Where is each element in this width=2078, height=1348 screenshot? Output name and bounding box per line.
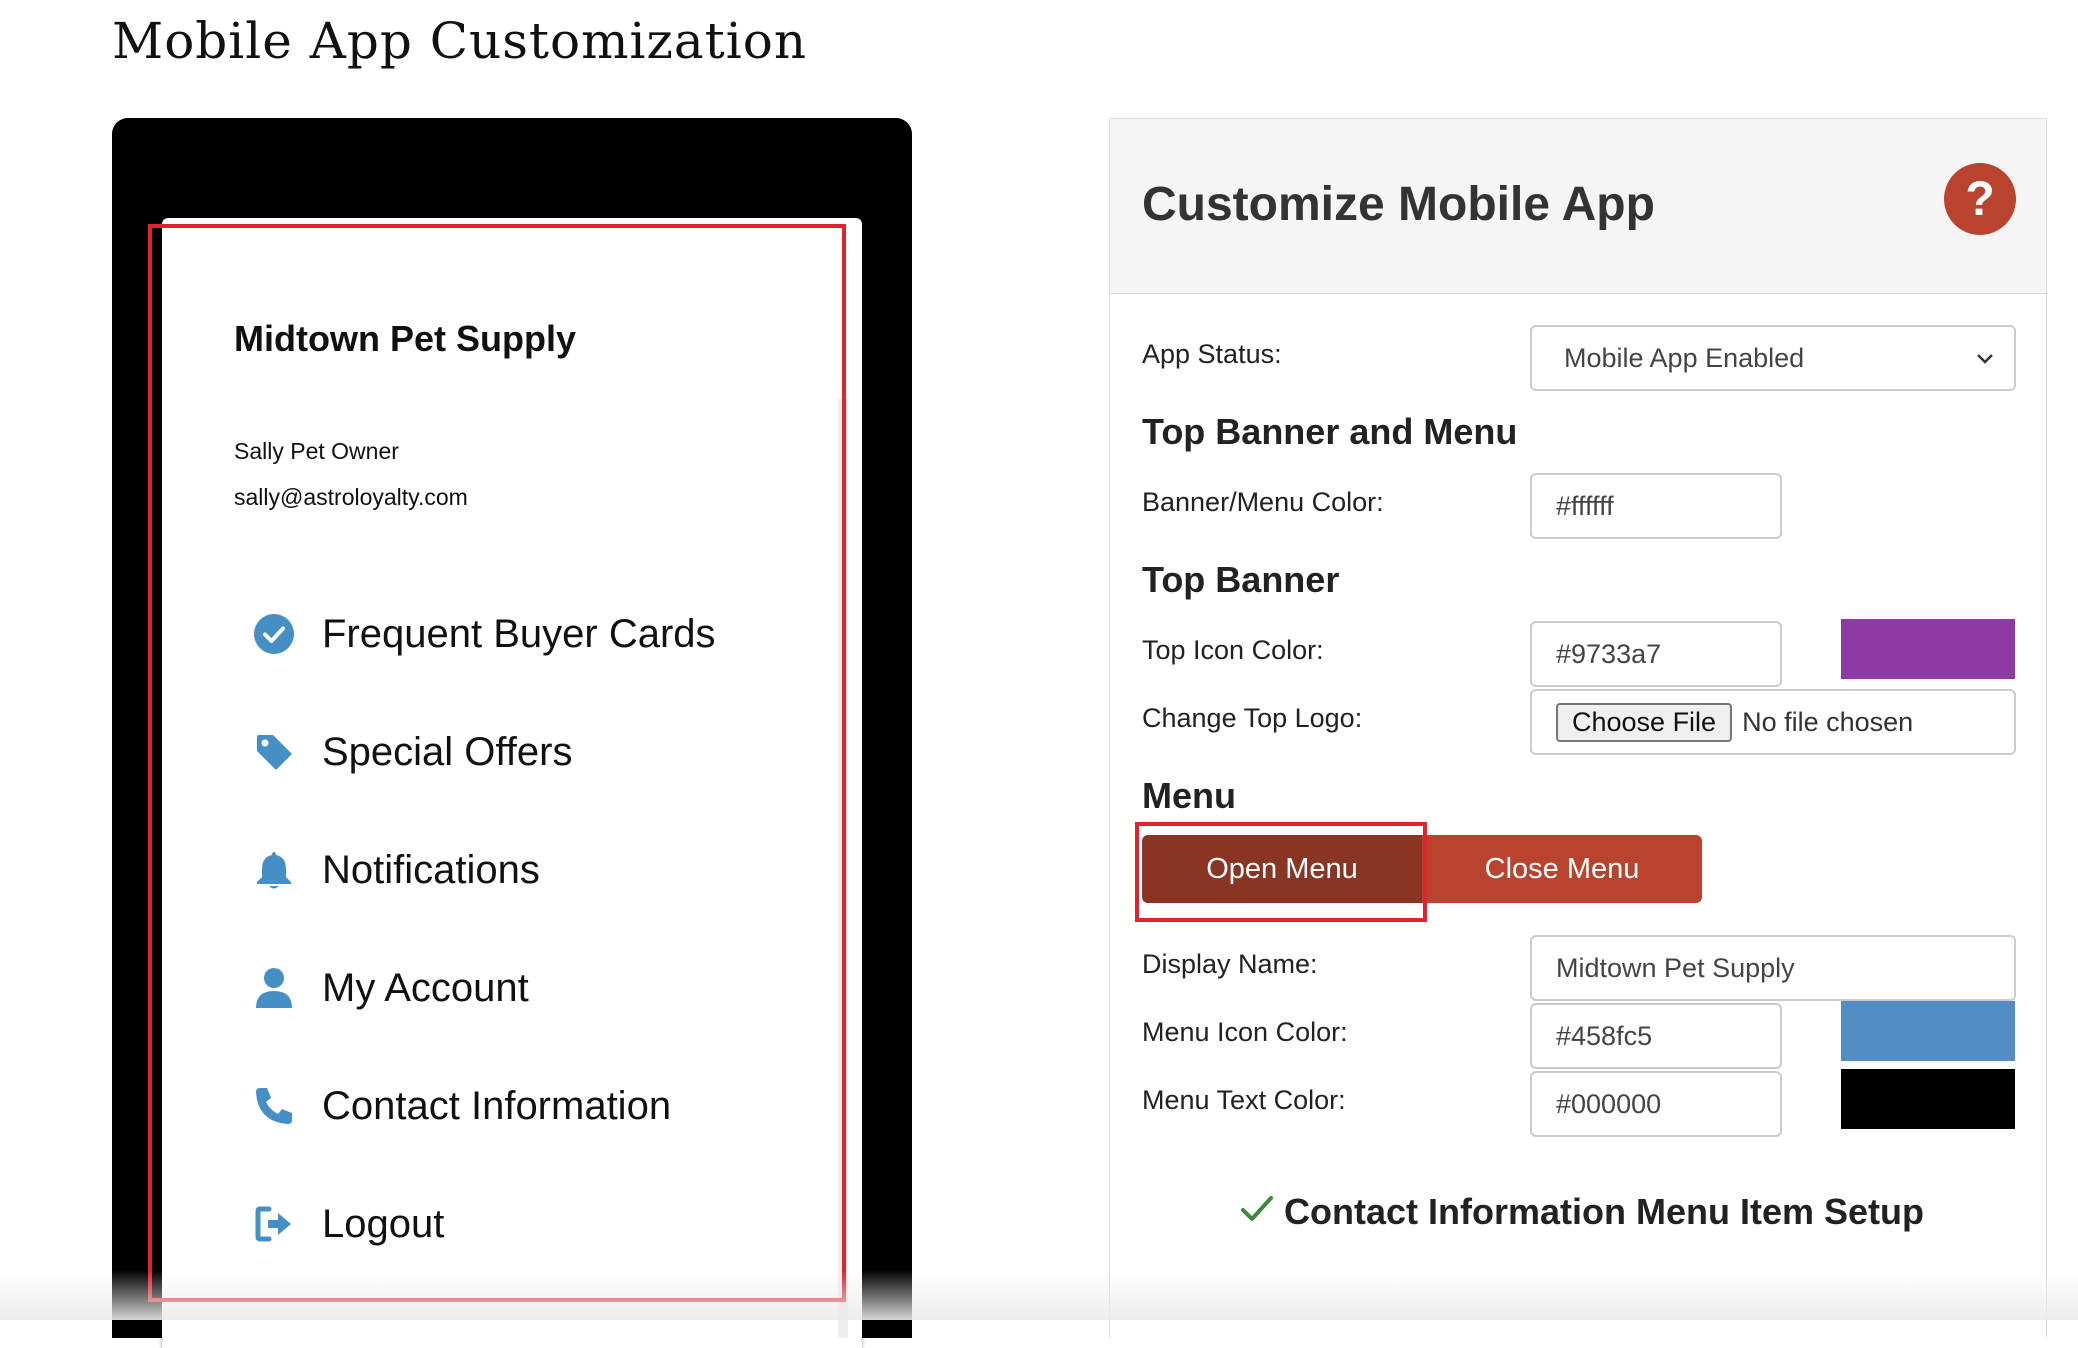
top-icon-color-input[interactable]: #9733a7 <box>1530 621 1782 687</box>
menu-text-color-value: #000000 <box>1556 1088 1662 1119</box>
preview-menu-item-my-account[interactable]: My Account <box>252 958 529 1018</box>
app-status-value: Mobile App Enabled <box>1564 342 1805 373</box>
check-circle-icon <box>252 612 296 656</box>
menu-text-color-input[interactable]: #000000 <box>1530 1071 1782 1137</box>
display-name-input[interactable]: Midtown Pet Supply <box>1530 935 2016 1001</box>
contact-information-setup-toggle[interactable]: Contact Information Menu Item Setup <box>1240 1191 1924 1233</box>
choose-file-button[interactable]: Choose File <box>1556 702 1733 742</box>
menu-item-label: Special Offers <box>322 729 573 774</box>
section-top-banner: Top Banner <box>1142 559 1340 600</box>
display-name-value: Midtown Pet Supply <box>1556 952 1795 983</box>
section-menu: Menu <box>1142 775 1236 816</box>
page-title: Mobile App Customization <box>112 12 808 70</box>
app-status-label: App Status: <box>1142 339 1282 369</box>
display-name-label: Display Name: <box>1142 949 1318 979</box>
logout-icon <box>252 1202 296 1246</box>
menu-item-label: Frequent Buyer Cards <box>322 611 716 656</box>
banner-menu-color-input[interactable]: #ffffff <box>1530 473 1782 539</box>
top-icon-color-label: Top Icon Color: <box>1142 635 1324 665</box>
checkmark-icon <box>1240 1191 1274 1233</box>
preview-menu-item-special-offers[interactable]: Special Offers <box>252 722 573 782</box>
phone-preview: Midtown Pet Supply Sally Pet Owner sally… <box>112 118 912 1348</box>
preview-display-name: Midtown Pet Supply <box>234 318 576 359</box>
preview-menu-item-logout[interactable]: Logout <box>252 1194 444 1254</box>
preview-menu-item-frequent-buyer-cards[interactable]: Frequent Buyer Cards <box>252 604 716 664</box>
menu-text-color-label: Menu Text Color: <box>1142 1085 1346 1115</box>
panel-header: Customize Mobile App ? <box>1110 119 2046 294</box>
user-icon <box>252 966 296 1010</box>
customize-panel: Customize Mobile App ? App Status: Mobil… <box>1109 118 2047 1338</box>
question-icon: ? <box>1965 172 1995 226</box>
top-icon-color-value: #9733a7 <box>1556 638 1662 669</box>
menu-icon-color-label: Menu Icon Color: <box>1142 1017 1348 1047</box>
banner-menu-color-label: Banner/Menu Color: <box>1142 487 1384 517</box>
preview-user-email: sally@astroloyalty.com <box>234 484 468 510</box>
menu-item-label: Logout <box>322 1201 445 1246</box>
tag-icon <box>252 730 296 774</box>
top-icon-color-swatch[interactable] <box>1841 619 2015 679</box>
preview-scrollbar[interactable] <box>838 398 848 1338</box>
banner-menu-color-value: #ffffff <box>1556 490 1614 521</box>
app-status-select[interactable]: Mobile App Enabled <box>1530 325 2016 391</box>
close-menu-button[interactable]: Close Menu <box>1422 835 1702 903</box>
chevron-down-icon <box>1974 345 1996 376</box>
menu-text-color-swatch[interactable] <box>1841 1069 2015 1129</box>
preview-user-name: Sally Pet Owner <box>234 438 399 464</box>
file-status: No file chosen <box>1742 706 1914 737</box>
menu-icon-color-input[interactable]: #458fc5 <box>1530 1003 1782 1069</box>
bell-icon <box>252 848 296 892</box>
menu-item-label: Notifications <box>322 847 540 892</box>
menu-icon-color-swatch[interactable] <box>1841 1001 2015 1061</box>
menu-item-label: Contact Information <box>322 1083 672 1128</box>
section-top-banner-and-menu: Top Banner and Menu <box>1142 411 1518 452</box>
change-top-logo-label: Change Top Logo: <box>1142 703 1363 733</box>
panel-title: Customize Mobile App <box>1142 178 1655 231</box>
preview-menu-item-notifications[interactable]: Notifications <box>252 840 540 900</box>
preview-menu-item-contact-information[interactable]: Contact Information <box>252 1076 671 1136</box>
open-menu-button[interactable]: Open Menu <box>1142 835 1422 903</box>
help-button[interactable]: ? <box>1944 163 2016 235</box>
contact-setup-label: Contact Information Menu Item Setup <box>1284 1191 1925 1232</box>
phone-screen: Midtown Pet Supply Sally Pet Owner sally… <box>162 218 862 1348</box>
menu-icon-color-value: #458fc5 <box>1556 1020 1653 1051</box>
menu-item-label: My Account <box>322 965 529 1010</box>
top-logo-file-input[interactable]: Choose File No file chosen <box>1530 689 2016 755</box>
phone-icon <box>252 1084 296 1128</box>
